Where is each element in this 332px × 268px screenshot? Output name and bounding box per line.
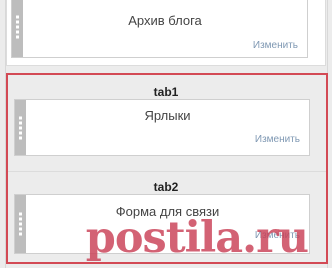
edit-link[interactable]: Изменить [255, 230, 300, 241]
gadget-labels[interactable]: Ярлыки Изменить [14, 99, 310, 156]
gadget-blog-archive[interactable]: Архив блога Изменить [11, 0, 308, 58]
edit-link[interactable]: Изменить [255, 134, 300, 145]
drag-handle[interactable] [15, 100, 26, 155]
edit-link[interactable]: Изменить [253, 40, 298, 51]
gadget-title: Архив блога [128, 13, 202, 28]
grip-icon [19, 116, 22, 139]
drag-handle[interactable] [15, 195, 26, 253]
tab-label-tab1[interactable]: tab1 [0, 85, 332, 99]
tab-label-tab2[interactable]: tab2 [0, 180, 332, 194]
gadget-contact-form[interactable]: Форма для связи Изменить [14, 194, 310, 254]
tab-divider [8, 171, 326, 172]
gadget-title: Ярлыки [144, 108, 191, 123]
drag-handle[interactable] [12, 0, 23, 57]
layout-column: Архив блога Изменить tab1 Ярлыки Изменит… [0, 0, 332, 268]
gadget-title: Форма для связи [115, 204, 220, 219]
grip-icon [16, 15, 19, 39]
grip-icon [19, 212, 22, 236]
